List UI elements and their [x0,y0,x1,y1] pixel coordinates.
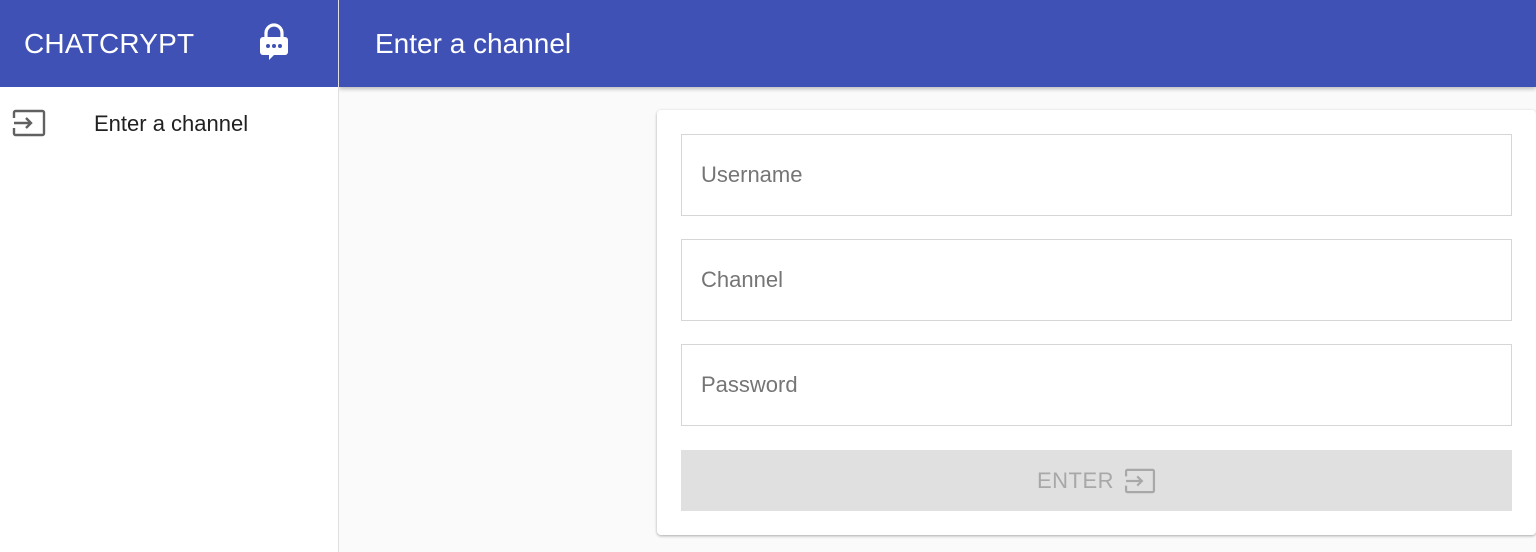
sidebar: CHATCRYPT Enter a channel [0,0,339,552]
lock-chat-icon [260,23,288,60]
sidebar-header: CHATCRYPT [0,0,338,87]
password-input[interactable] [681,344,1512,426]
enter-button-label: ENTER [1036,467,1115,493]
app-root: CHATCRYPT Enter a channel Enter a channe… [0,0,1536,552]
username-input[interactable] [681,134,1512,216]
enter-channel-card: ENTER [657,110,1536,535]
brand-title: CHATCRYPT [24,27,195,59]
login-icon [1124,468,1156,493]
app-bar: Enter a channel [339,0,1536,87]
enter-button[interactable]: ENTER [681,450,1512,511]
sidebar-item-label: Enter a channel [94,111,249,136]
page-title: Enter a channel [375,27,572,59]
channel-input[interactable] [681,239,1512,321]
sidebar-nav: Enter a channel [0,87,338,159]
sidebar-item-enter-channel[interactable]: Enter a channel [0,87,338,159]
login-icon [12,109,46,137]
